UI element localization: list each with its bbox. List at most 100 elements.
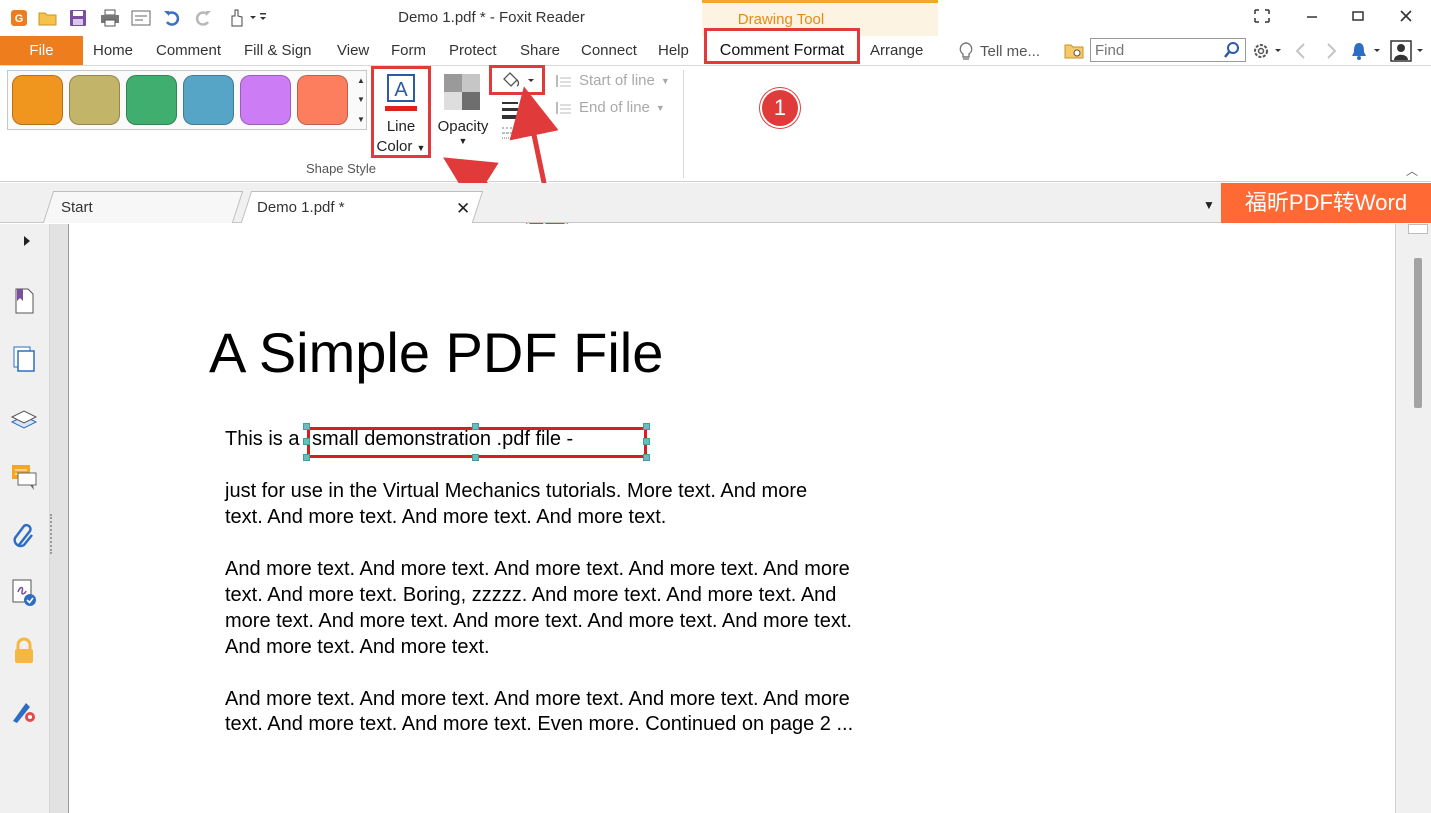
tell-me-label: Tell me...	[980, 42, 1041, 60]
end-of-line-icon	[556, 101, 571, 114]
end-of-line-button: End of line ▼	[555, 99, 665, 116]
paint-bucket-icon	[500, 72, 534, 91]
ribbon-panel: ▲ ▼ ▼ A Line Color ▼ Opacity ▼ Start of …	[0, 65, 1431, 182]
resize-handle-bottom-right[interactable]	[643, 454, 650, 461]
restore-icon[interactable]	[1346, 6, 1370, 26]
notification-bell-icon[interactable]	[1348, 39, 1384, 63]
tab-comment-format[interactable]: Comment Format	[704, 28, 860, 64]
opacity-dropdown-icon: ▼	[458, 136, 468, 146]
gear-icon[interactable]	[1250, 39, 1284, 63]
resize-handle-middle-right[interactable]	[643, 438, 650, 445]
navigation-sidebar	[0, 224, 50, 813]
find-input[interactable]	[1091, 39, 1219, 61]
start-of-line-icon	[556, 74, 571, 87]
comments-panel-icon[interactable]	[9, 462, 39, 492]
ribbon-tabs: File Home Comment Fill & Sign View Form …	[0, 28, 1431, 66]
resize-handle-top-middle[interactable]	[472, 423, 479, 430]
minimize-icon[interactable]	[1300, 6, 1324, 26]
tab-file[interactable]: File	[0, 36, 83, 65]
line-color-icon: A	[385, 74, 417, 111]
tab-connect[interactable]: Connect	[581, 42, 637, 59]
close-tab-icon[interactable]: ✕	[456, 199, 470, 219]
document-text-line: text. And more text. Boring, zzzzz. And …	[225, 584, 837, 606]
resize-handle-top-left[interactable]	[303, 423, 310, 430]
expand-panel-icon[interactable]	[20, 226, 34, 256]
lightbulb-icon	[959, 42, 973, 60]
gallery-scroll[interactable]: ▲ ▼ ▼	[355, 71, 367, 129]
scrollbar-thumb[interactable]	[1414, 258, 1422, 408]
resize-handle-top-right[interactable]	[643, 423, 650, 430]
next-arrow-icon	[1319, 39, 1343, 63]
drawing-tool-label: Drawing Tool	[737, 11, 825, 28]
vertical-scrollbar[interactable]	[1395, 224, 1431, 813]
step-badge-1: 1	[760, 88, 800, 128]
document-text-line: And more text. And more text.	[225, 636, 490, 658]
tab-help[interactable]: Help	[658, 42, 689, 59]
gallery-up-icon[interactable]: ▲	[357, 76, 365, 85]
opacity-label: Opacity	[437, 118, 489, 135]
tab-demo-document-label: Demo 1.pdf *	[257, 199, 345, 216]
gallery-down-icon[interactable]: ▼	[357, 95, 365, 104]
tab-home[interactable]: Home	[93, 42, 133, 59]
fill-color-button[interactable]	[489, 65, 545, 95]
certificate-signature-icon[interactable]	[9, 696, 39, 726]
layers-icon[interactable]	[9, 404, 39, 434]
bookmarks-icon[interactable]	[9, 286, 39, 316]
style-swatch-green[interactable]	[126, 75, 177, 125]
line-color-label-1: Line	[386, 118, 416, 135]
resize-handle-bottom-middle[interactable]	[472, 454, 479, 461]
tab-view[interactable]: View	[337, 42, 369, 59]
tell-me-search[interactable]: Tell me...	[958, 39, 1062, 63]
gallery-more-icon[interactable]: ▼	[357, 115, 365, 124]
close-window-icon[interactable]	[1394, 6, 1418, 26]
line-style-icon	[502, 102, 532, 139]
tab-comment[interactable]: Comment	[156, 42, 221, 59]
scrollbar-top-button[interactable]	[1408, 224, 1428, 234]
security-lock-icon[interactable]	[9, 636, 39, 666]
document-text-line: text. And more text. And more text. And …	[225, 506, 667, 528]
splitter-grip[interactable]	[50, 514, 53, 554]
style-swatch-purple[interactable]	[240, 75, 291, 125]
user-account-icon[interactable]	[1388, 39, 1428, 63]
opacity-button[interactable]: Opacity ▼	[434, 72, 492, 156]
style-swatch-blue[interactable]	[183, 75, 234, 125]
find-field[interactable]	[1090, 38, 1246, 62]
pages-thumbnail-icon[interactable]	[9, 344, 39, 374]
shape-style-gallery: ▲ ▼ ▼	[7, 70, 367, 130]
tab-comment-format-label: Comment Format	[719, 42, 845, 59]
line-style-button[interactable]	[499, 98, 537, 146]
style-swatch-orange[interactable]	[12, 75, 63, 125]
pdf-page: A Simple PDF File This is a small demons…	[68, 224, 1395, 813]
end-of-line-dropdown-icon: ▼	[655, 102, 665, 113]
folder-search-icon[interactable]	[1063, 39, 1087, 63]
promo-banner[interactable]: 福昕PDF转Word	[1221, 183, 1431, 223]
collapse-ribbon-icon[interactable]: ︿	[1406, 162, 1418, 179]
line-color-button[interactable]: A Line Color ▼	[371, 66, 431, 158]
fullscreen-icon[interactable]	[1250, 6, 1274, 26]
attachments-paperclip-icon[interactable]	[9, 522, 39, 552]
tab-list-dropdown-icon[interactable]: ▼	[1203, 198, 1215, 212]
tab-form[interactable]: Form	[391, 42, 426, 59]
search-icon[interactable]	[1223, 41, 1241, 59]
tab-protect[interactable]: Protect	[449, 42, 497, 59]
line-color-label-2: Color ▼	[376, 138, 426, 155]
document-text-line: And more text. And more text. And more t…	[225, 558, 850, 580]
style-swatch-salmon[interactable]	[297, 75, 348, 125]
document-intro-prefix: This is a	[225, 428, 300, 450]
svg-text:A: A	[394, 79, 408, 101]
document-text-line: just for use in the Virtual Mechanics tu…	[225, 480, 808, 502]
opacity-icon	[444, 74, 480, 110]
style-swatch-olive[interactable]	[69, 75, 120, 125]
start-of-line-label: Start of line	[579, 72, 655, 89]
resize-handle-middle-left[interactable]	[303, 438, 310, 445]
shape-style-group-label: Shape Style	[305, 161, 377, 176]
tab-start-label: Start	[61, 199, 93, 216]
sidebar-splitter[interactable]	[50, 224, 68, 813]
tab-fill-sign[interactable]: Fill & Sign	[244, 42, 312, 59]
resize-handle-bottom-left[interactable]	[303, 454, 310, 461]
document-text-line: more text. And more text. And more text.…	[225, 610, 852, 632]
document-text-line: And more text. And more text. And more t…	[225, 688, 850, 710]
tab-arrange[interactable]: Arrange	[870, 42, 923, 59]
tab-share[interactable]: Share	[520, 42, 560, 59]
signatures-panel-icon[interactable]	[9, 578, 39, 608]
